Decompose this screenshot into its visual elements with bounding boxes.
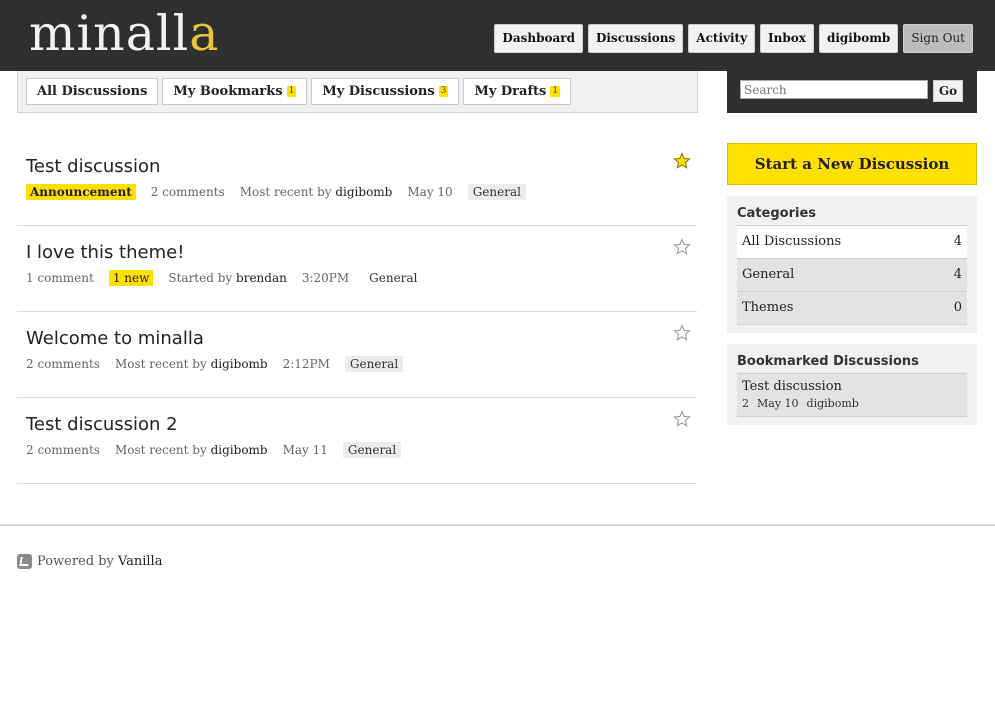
bookmarked-meta: 2 May 10 digibomb [742,397,962,410]
category-item-themes[interactable]: Themes 0 [737,291,967,325]
footer: Powered by Vanilla [17,554,162,569]
bookmarked-item: Test discussion 2 May 10 digibomb [737,373,967,417]
comment-count: 2 comments [26,357,100,371]
bookmarked-heading: Bookmarked Discussions [737,354,919,369]
activity-label: Most recent by [239,185,332,199]
start-new-discussion-button[interactable]: Start a New Discussion [727,143,977,185]
user-link[interactable]: digibomb [211,357,268,371]
discussion-item: Test discussion Announcement 2 comments … [17,140,697,226]
tab-my-drafts[interactable]: My Drafts 1 [463,78,572,105]
last-activity-time: 2:12PM [282,357,330,371]
category-item-all[interactable]: All Discussions 4 [737,225,967,258]
powered-by-text: Powered by [37,554,114,569]
new-comments-badge: 1 new [108,270,154,286]
discussion-title[interactable]: I love this theme! [26,242,184,263]
user-link[interactable]: digibomb [211,443,268,457]
header-bar: minalla Dashboard Discussions Activity I… [0,0,995,71]
nav-inbox[interactable]: Inbox [760,24,814,53]
discussion-title[interactable]: Test discussion 2 [26,414,178,435]
tab-label: My Bookmarks [173,84,283,99]
vanilla-link[interactable]: Vanilla [118,554,163,569]
discussion-filter-bar: All Discussions My Bookmarks 1 My Discuss… [17,71,698,113]
count-badge: 3 [438,86,449,97]
nav-discussions[interactable]: Discussions [587,24,684,53]
bookmark-star-icon[interactable] [673,410,691,428]
categories-heading: Categories [737,206,817,221]
activity-label: Started by [168,271,233,285]
tab-my-bookmarks[interactable]: My Bookmarks 1 [162,78,308,105]
discussion-title[interactable]: Welcome to minalla [26,328,204,349]
category-label: All Discussions [742,234,842,249]
logo-text: minall [29,5,190,62]
nav-dashboard[interactable]: Dashboard [494,24,583,53]
search-go-button[interactable]: Go [933,80,963,102]
category-count: 4 [953,267,962,282]
tab-label: All Discussions [37,84,148,99]
vanilla-logo-icon [17,554,32,569]
discussion-list: Test discussion Announcement 2 comments … [17,140,697,484]
last-activity-time: May 11 [282,443,328,457]
bookmarked-title[interactable]: Test discussion [742,379,962,394]
categories-panel: Categories All Discussions 4 General 4 The… [727,196,977,333]
bookmarked-count: 2 [742,397,749,410]
tab-label: My Drafts [474,84,547,99]
search-panel: Go [727,71,977,113]
comment-count: 2 comments [150,185,225,199]
bookmark-star-icon[interactable] [673,152,691,170]
discussion-meta: 2 comments Most recent by digibomb May 1… [26,442,402,458]
sidebar: Go Start a New Discussion Categories All… [727,71,977,425]
search-input[interactable] [740,80,928,99]
bookmarked-user[interactable]: digibomb [807,397,859,410]
discussion-item: I love this theme! 1 comment 1 new Start… [17,226,697,312]
tab-all-discussions[interactable]: All Discussions [26,78,159,105]
nav-user-profile[interactable]: digibomb [818,24,899,53]
comment-count: 2 comments [26,443,100,457]
nav-activity[interactable]: Activity [688,24,756,53]
user-link[interactable]: brendan [236,271,287,285]
announcement-badge: Announcement [26,184,136,200]
bookmark-star-icon[interactable] [673,238,691,256]
discussion-meta: 1 comment 1 new Started by brendan 3:20P… [26,270,422,286]
discussion-item: Test discussion 2 2 comments Most recent… [17,398,697,484]
tab-label: My Discussions [322,84,435,99]
count-badge: 1 [286,86,297,97]
footer-divider [0,524,995,526]
last-activity-time: 3:20PM [301,271,350,285]
activity-label: Most recent by [114,443,207,457]
activity-label: Most recent by [114,357,207,371]
discussion-item: Welcome to minalla 2 comments Most recen… [17,312,697,398]
site-logo[interactable]: minalla [29,4,219,64]
category-tag[interactable]: General [342,442,402,458]
logo-accent-letter: a [189,5,220,62]
comment-count: 1 comment [26,271,94,285]
discussion-meta: Announcement 2 comments Most recent by d… [26,184,526,200]
category-count: 4 [953,234,962,249]
discussion-meta: 2 comments Most recent by digibomb 2:12P… [26,356,404,372]
bookmarked-panel: Bookmarked Discussions Test discussion 2… [727,344,977,425]
category-tag[interactable]: General [467,184,526,200]
category-count: 0 [953,300,962,315]
sign-out-button[interactable]: Sign Out [903,24,973,53]
count-badge: 1 [550,86,561,97]
category-label: General [742,267,795,282]
bookmarked-date: May 10 [757,397,799,410]
last-activity-time: May 10 [407,185,453,199]
tab-my-discussions[interactable]: My Discussions 3 [311,78,460,105]
discussion-title[interactable]: Test discussion [26,156,160,177]
category-label: Themes [742,300,794,315]
category-item-general[interactable]: General 4 [737,258,967,291]
category-tag[interactable]: General [344,356,404,372]
top-navigation: Dashboard Discussions Activity Inbox dig… [494,24,973,53]
category-tag[interactable]: General [364,270,422,286]
user-link[interactable]: digibomb [335,185,392,199]
bookmark-star-icon[interactable] [673,324,691,342]
